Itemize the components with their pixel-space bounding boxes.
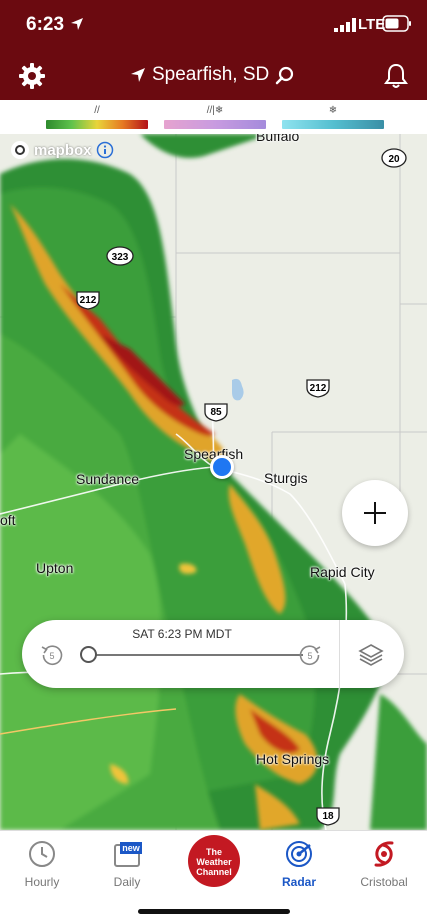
snow-icon: ❄: [328, 105, 338, 116]
current-location-dot: [210, 455, 234, 479]
tab-daily[interactable]: new Daily: [87, 839, 167, 889]
radar-timeline-control: SAT 6:23 PM MDT 5 5: [22, 620, 404, 688]
tab-hourly[interactable]: Hourly: [2, 839, 82, 889]
layers-icon[interactable]: [358, 642, 384, 668]
svg-text:212: 212: [80, 295, 97, 306]
city-label-upton: Upton: [36, 560, 74, 576]
tab-cristobal[interactable]: Cristobal: [344, 839, 424, 889]
search-icon[interactable]: [275, 66, 294, 85]
precip-legend: // //|❄ ❄: [0, 100, 427, 134]
app-header: Spearfish, SD: [0, 50, 427, 100]
radar-icon: [286, 841, 312, 867]
location-name: Spearfish, SD: [152, 64, 270, 85]
route-shield-20: 20: [381, 148, 407, 168]
legend-snow: ❄: [282, 104, 384, 130]
route-shield-85: 85: [204, 403, 228, 422]
city-label-partial: oft: [0, 512, 16, 528]
city-label-sundance: Sundance: [76, 471, 140, 487]
svg-text:5: 5: [49, 651, 54, 661]
mix-icon: //|❄: [206, 105, 224, 116]
calendar-icon: new: [114, 842, 142, 867]
svg-text:323: 323: [112, 252, 129, 263]
tab-cristobal-label: Cristobal: [360, 875, 408, 889]
route-shield-18: 18: [316, 807, 340, 826]
city-label-hot-springs: Hot Springs: [256, 751, 330, 767]
clock-icon: [29, 841, 55, 867]
svg-text:212: 212: [310, 383, 327, 394]
city-label-buffalo: Buffalo: [256, 134, 300, 144]
mix-scale-bar: [164, 120, 266, 129]
zoom-in-button[interactable]: [342, 480, 408, 546]
svg-text:new: new: [122, 843, 141, 853]
mapbox-logo-icon: [11, 141, 29, 159]
timeline-track[interactable]: [88, 654, 303, 656]
status-bar: 6:23 LTE: [0, 0, 427, 50]
location-services-icon: [71, 18, 83, 30]
radar-map[interactable]: mapbox 20 323 212 212 85 18 Buffalo Spea…: [0, 134, 427, 830]
legend-mix: //|❄: [164, 104, 266, 130]
settings-gear-icon[interactable]: [18, 62, 46, 90]
route-shield-323: 323: [106, 246, 134, 266]
svg-text:20: 20: [388, 154, 400, 165]
city-label-sturgis: Sturgis: [264, 470, 308, 486]
route-shield-212-west: 212: [76, 291, 100, 310]
notifications-bell-icon[interactable]: [384, 62, 408, 90]
snow-scale-bar: [282, 120, 384, 129]
home-indicator: [138, 909, 290, 914]
status-time: 6:23: [26, 14, 65, 35]
mapbox-attribution[interactable]: mapbox: [10, 140, 114, 160]
timeline-time-label: SAT 6:23 PM MDT: [132, 627, 232, 641]
hurricane-icon: [374, 841, 394, 867]
tab-daily-label: Daily: [113, 875, 141, 889]
fast-forward-icon[interactable]: 5: [298, 643, 322, 667]
info-icon[interactable]: [96, 141, 114, 159]
tab-radar[interactable]: Radar: [259, 839, 339, 889]
mapbox-wordmark: mapbox: [34, 141, 92, 159]
rain-scale-bar: [46, 120, 148, 129]
city-label-rapid-city: Rapid City: [310, 564, 375, 580]
twc-logo-text: The Weather Channel: [196, 847, 232, 877]
svg-text:5: 5: [307, 651, 312, 661]
tab-radar-label: Radar: [281, 875, 316, 889]
the-weather-channel-logo[interactable]: The Weather Channel: [188, 835, 240, 887]
legend-rain: //: [46, 104, 148, 130]
battery-icon: [382, 15, 411, 32]
rewind-icon[interactable]: 5: [40, 643, 64, 667]
location-selector[interactable]: Spearfish, SD: [130, 62, 294, 88]
route-shield-212-east: 212: [306, 379, 330, 398]
svg-text:85: 85: [210, 407, 222, 418]
svg-text:18: 18: [322, 811, 334, 822]
signal-strength-icon: [334, 18, 356, 32]
location-arrow-icon: [131, 68, 145, 82]
tab-hourly-label: Hourly: [24, 875, 60, 889]
timeline-divider: [339, 620, 340, 688]
rain-icon: //: [94, 105, 100, 116]
plus-icon: [364, 502, 386, 524]
timeline-scrubber[interactable]: [80, 646, 97, 663]
